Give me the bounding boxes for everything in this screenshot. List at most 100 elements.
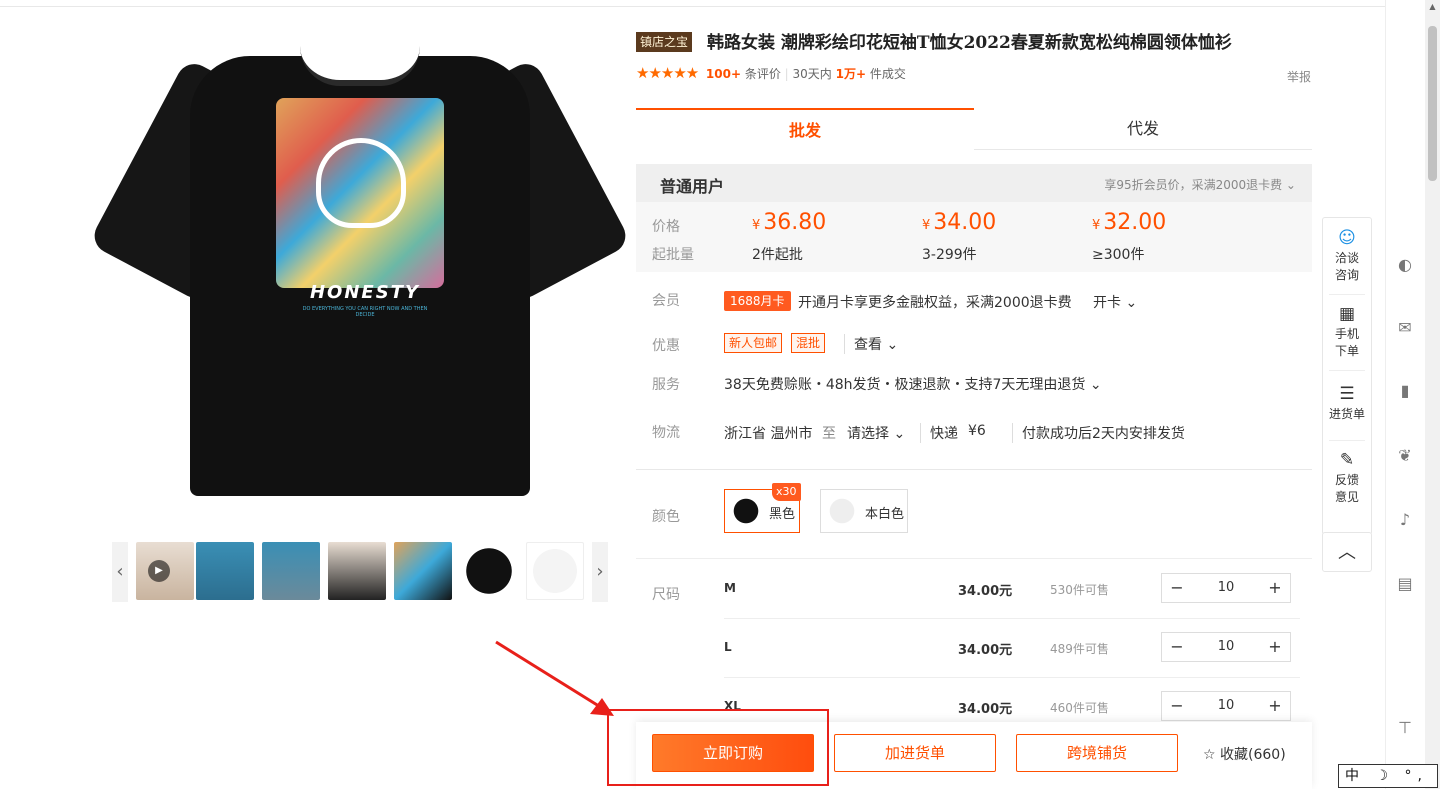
thumbnail-next-button[interactable]: › [592,542,608,602]
size-stock: 460件可售 [1050,701,1109,715]
thumbnail[interactable] [394,542,452,600]
increase-button[interactable]: + [1260,692,1290,720]
shipping-fee: ¥6 [968,423,986,439]
tier-price: ¥32.00 [1092,210,1167,235]
chat-icon: ☺ [1338,228,1356,248]
ime-indicator[interactable]: 中 ☽ °, [1338,764,1438,788]
thumbnail[interactable] [196,542,254,600]
shop-badge: 镇店之宝 [636,32,693,52]
monthly-card-badge: 1688月卡 [724,291,791,311]
sales-count: 1万+ [835,67,867,81]
promo-label: 优惠 [652,338,680,354]
scroll-up-arrow-icon[interactable]: ▲ [1427,2,1438,11]
selected-count-badge: x30 [772,483,801,501]
color-label: 颜色 [652,509,680,525]
price-panel: 普通用户 享95折会员价，采满2000退卡费 ⌄ 价格 起批量 ¥36.80 2… [636,164,1312,272]
tier-qty: ≥300件 [1092,247,1145,263]
report-link[interactable]: 举报 [1287,68,1311,85]
open-card-button[interactable]: 开卡 ⌄ [1093,292,1137,312]
tool-mobile-order[interactable]: ▦ 手机 下单 [1323,304,1371,360]
scrollbar-thumb[interactable] [1428,26,1437,181]
size-stock: 530件可售 [1050,583,1109,597]
mail-icon[interactable]: ✉ [1396,319,1414,337]
tab-wholesale[interactable]: 批发 [636,108,974,150]
quantity-input[interactable]: 10 [1192,692,1260,720]
thumbnail-prev-button[interactable]: ‹ [112,542,128,602]
size-price: 34.00元 [958,584,1013,599]
promo-tag: 新人包邮 [724,333,783,353]
decrease-button[interactable]: − [1162,633,1192,661]
color-swatch [825,494,859,528]
tab-dropship[interactable]: 代发 [974,108,1312,150]
bookmark-icon[interactable]: ▮ [1396,382,1414,400]
tier-qty: 2件起批 [752,247,803,263]
main-product-image[interactable]: HONESTY DO EVERYTHING YOU CAN RIGHT NOW … [88,36,632,506]
size-name: L [724,640,732,654]
favorite-button[interactable]: ☆ 收藏(660) [1203,744,1286,764]
print-text: HONESTY [309,282,420,303]
logistics-label: 物流 [652,425,680,441]
quantity-input[interactable]: 10 [1192,574,1260,602]
add-to-cart-button[interactable]: 加进货单 [834,734,996,772]
play-icon: ▶ [148,560,170,582]
member-text: 开通月卡享更多金融权益，采满2000退卡费 [798,295,1072,311]
increase-button[interactable]: + [1260,633,1290,661]
thumbnail[interactable] [526,542,584,600]
thumbnail[interactable] [328,542,386,600]
news-icon[interactable]: ▤ [1396,575,1414,593]
annotation-arrow-icon [495,640,614,716]
footprint-icon[interactable]: ❦ [1396,447,1414,465]
qrcode-icon: ▦ [1338,304,1356,324]
edit-icon: ✎ [1339,450,1355,470]
floating-toolbar: ☺ 洽谈 咨询 ▦ 手机 下单 ☰ 进货单 ✎ 反馈 意见 [1322,217,1372,535]
decrease-button[interactable]: − [1162,692,1192,720]
color-swatch [729,494,763,528]
tier-price: ¥36.80 [752,210,827,235]
color-option-white[interactable]: 本白色 [820,489,908,533]
decrease-button[interactable]: − [1162,574,1192,602]
promo-view-button[interactable]: 查看 ⌄ [844,334,898,354]
ship-from: 浙江省 温州市 [724,426,813,442]
promo-tag: 混批 [791,333,826,353]
review-count[interactable]: 100+ [706,67,741,81]
increase-button[interactable]: + [1260,574,1290,602]
destination-select[interactable]: 请选择 ⌄ [847,423,905,443]
price-label: 价格 [652,219,680,235]
size-label: 尺码 [652,587,680,603]
print-subtext: DO EVERYTHING YOU CAN RIGHT NOW AND THEN… [302,306,428,318]
scroll-up-button[interactable]: ︿ [1322,532,1372,572]
star-icon: ☆ [1203,747,1221,763]
ship-time: 付款成功后2天内安排发货 [1012,423,1185,443]
quantity-input[interactable]: 10 [1192,633,1260,661]
member-label: 会员 [652,293,680,309]
thumbnail[interactable] [460,542,518,600]
shirt-print-graphic [276,98,444,288]
member-price-note[interactable]: 享95折会员价，采满2000退卡费 ⌄ [1104,176,1296,193]
tier-qty: 3-299件 [922,247,977,263]
thumbnail-strip: ‹ ▶ › [112,542,608,602]
service-text[interactable]: 38天免费赊账・48h发货・极速退款・支持7天无理由退货 ⌄ [724,374,1102,394]
size-stock: 489件可售 [1050,642,1109,656]
moq-label: 起批量 [652,247,694,263]
back-to-top-icon[interactable]: ⊤ [1396,719,1414,737]
tool-chat[interactable]: ☺ 洽谈 咨询 [1323,228,1371,284]
account-icon[interactable]: ◐ [1396,256,1414,274]
bell-icon[interactable]: ♪ [1396,511,1414,529]
thumbnail[interactable] [262,542,320,600]
quantity-stepper: − 10 + [1161,632,1291,662]
product-title: 韩路女装 潮牌彩绘印花短袖T恤女2022春夏新款宽松纯棉圆领体恤衫 [707,33,1232,53]
size-name: M [724,581,736,595]
tool-feedback[interactable]: ✎ 反馈 意见 [1323,450,1371,506]
thumbnail-video[interactable]: ▶ [136,542,194,600]
highlight-box [607,709,829,786]
tool-cart-list[interactable]: ☰ 进货单 [1323,384,1371,423]
service-label: 服务 [652,377,680,393]
cross-border-button[interactable]: 跨境铺货 [1016,734,1178,772]
user-tier-title: 普通用户 [660,177,725,196]
list-icon: ☰ [1339,384,1355,404]
size-price: 34.00元 [958,643,1013,658]
tier-price: ¥34.00 [922,210,997,235]
express-label: 快递 [920,423,958,443]
rating-row: ★★★★★ 100+ 条评价 | 30天内 1万+ 件成交 [636,64,906,82]
size-price: 34.00元 [958,702,1013,717]
